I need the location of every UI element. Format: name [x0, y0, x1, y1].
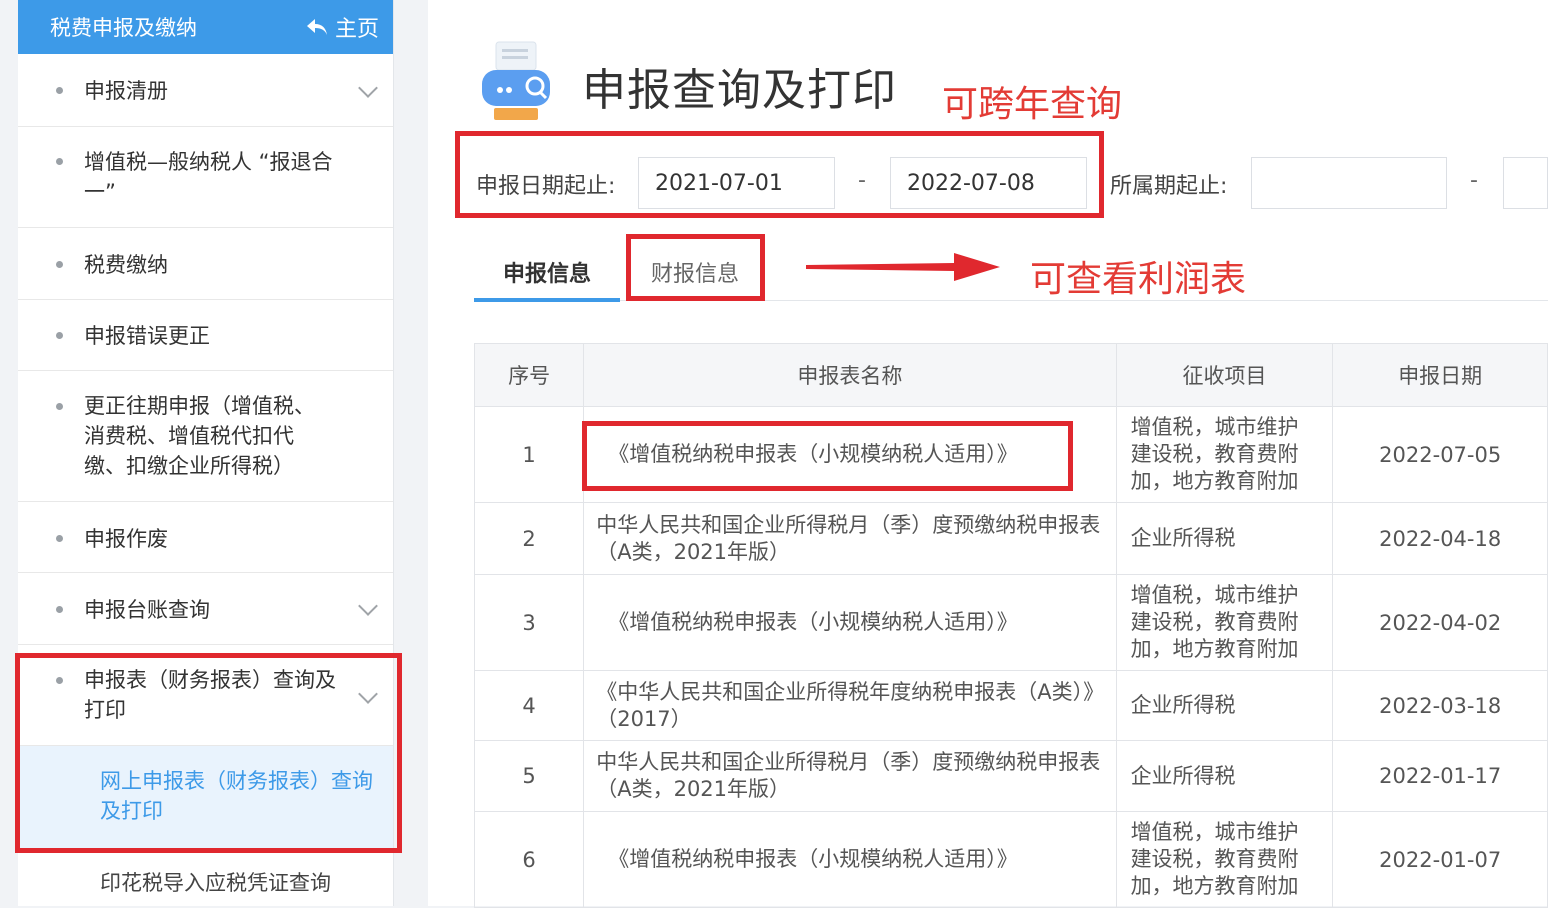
table-header-row: 序号 申报表名称 征收项目 申报日期	[473, 343, 1548, 407]
home-label: 主页	[334, 17, 379, 42]
sidebar-item-label: 申报台账查询	[84, 598, 210, 622]
cell-no: 2	[473, 502, 585, 575]
cell-tax-item: 企业所得税	[1115, 740, 1334, 812]
table-row[interactable]: 2 中华人民共和国企业所得税月（季）度预缴纳税申报表（A类，2021年版） 企业…	[473, 502, 1548, 575]
column-header-no: 序号	[473, 343, 585, 407]
sidebar-item-label: 税费缴纳	[84, 253, 168, 277]
sidebar-item-label: 增值税—般纳税人 “报退合一”	[84, 150, 333, 204]
bullet-icon	[56, 403, 63, 410]
highlight-box-date-range	[455, 131, 1104, 218]
highlight-box-first-report	[582, 421, 1073, 491]
back-arrow-icon	[306, 19, 327, 35]
cell-report-name[interactable]: 《中华人民共和国企业所得税年度纳税申报表（A类）》（2017）	[583, 670, 1117, 741]
cell-tax-item: 增值税，城市维护建设税，教育费附加，地方教育附加	[1115, 406, 1334, 503]
highlight-box-financial-tab	[626, 234, 765, 301]
cell-tax-item: 增值税，城市维护建设税，教育费附加，地方教育附加	[1115, 574, 1334, 671]
home-link[interactable]: 主页	[305, 11, 379, 43]
cell-report-name[interactable]: 中华人民共和国企业所得税月（季）度预缴纳税申报表（A类，2021年版）	[583, 502, 1117, 575]
sidebar-item-void[interactable]: 申报作废	[18, 502, 393, 573]
cell-tax-item: 企业所得税	[1115, 502, 1334, 575]
column-header-item: 征收项目	[1115, 343, 1334, 407]
sidebar-item-ledger-query[interactable]: 申报台账查询	[18, 573, 393, 645]
bullet-icon	[56, 535, 63, 542]
query-print-icon	[482, 41, 550, 120]
cell-no: 1	[473, 406, 585, 503]
cell-tax-item: 企业所得税	[1115, 670, 1334, 741]
sidebar-item-error-correction[interactable]: 申报错误更正	[18, 300, 393, 371]
arrow-right-icon	[806, 253, 1000, 281]
tab-declaration-info[interactable]: 申报信息	[474, 240, 620, 302]
cell-no: 4	[473, 670, 585, 741]
annotation-cross-year: 可跨年查询	[942, 84, 1123, 125]
cell-date: 2022-07-05	[1332, 406, 1548, 503]
sidebar-item-tax-payment[interactable]: 税费缴纳	[18, 228, 393, 300]
sidebar-item-past-correction[interactable]: 更正往期申报（增值税、消费税、增值税代扣代缴、扣缴企业所得税）	[18, 371, 393, 502]
sidebar-item-label: 申报作废	[84, 527, 168, 551]
period-from-input[interactable]	[1251, 157, 1447, 209]
column-header-name: 申报表名称	[583, 343, 1117, 407]
sidebar-item-vat-general[interactable]: 增值税—般纳税人 “报退合一”	[18, 127, 393, 228]
table-row[interactable]: 3 《增值税纳税申报表（小规模纳税人适用）》 增值税，城市维护建设税，教育费附加…	[473, 574, 1548, 671]
tab-label: 申报信息	[502, 262, 591, 287]
cell-no: 6	[473, 811, 585, 908]
cell-date: 2022-03-18	[1332, 670, 1548, 741]
bullet-icon	[56, 261, 63, 268]
chevron-down-icon	[358, 596, 378, 616]
cell-no: 3	[473, 574, 585, 671]
period-range-label: 所属期起止:	[1110, 174, 1228, 199]
sidebar-header: 税费申报及缴纳 主页	[18, 0, 393, 54]
cell-no: 5	[473, 740, 585, 812]
cell-report-name[interactable]: 《增值税纳税申报表（小规模纳税人适用）》	[583, 574, 1117, 671]
sidebar-item-declaration-list[interactable]: 申报清册	[18, 55, 393, 127]
sidebar-item-label: 更正往期申报（增值税、消费税、增值税代扣代缴、扣缴企业所得税）	[84, 394, 315, 478]
cell-report-name[interactable]: 《增值税纳税申报表（小规模纳税人适用）》	[583, 811, 1117, 908]
bullet-icon	[56, 87, 63, 94]
table-row[interactable]: 5 中华人民共和国企业所得税月（季）度预缴纳税申报表（A类，2021年版） 企业…	[473, 740, 1548, 812]
highlight-box-report-menu	[15, 653, 402, 853]
sidebar-subitem-label: 印花税导入应税凭证查询	[100, 871, 331, 895]
cell-date: 2022-01-17	[1332, 740, 1548, 812]
bullet-icon	[56, 606, 63, 613]
cell-date: 2022-01-07	[1332, 811, 1548, 908]
bullet-icon	[56, 158, 63, 165]
cell-report-name[interactable]: 中华人民共和国企业所得税月（季）度预缴纳税申报表（A类，2021年版）	[583, 740, 1117, 812]
sidebar-item-label: 申报清册	[84, 79, 168, 103]
column-header-date: 申报日期	[1332, 343, 1548, 407]
sidebar-title: 税费申报及缴纳	[50, 16, 197, 40]
sidebar-subitem-stamp-tax[interactable]: 印花税导入应税凭证查询	[18, 850, 393, 906]
page-title: 申报查询及打印	[582, 65, 897, 116]
sidebar-item-label: 申报错误更正	[84, 324, 210, 348]
table-row[interactable]: 6 《增值税纳税申报表（小规模纳税人适用）》 增值税，城市维护建设税，教育费附加…	[473, 811, 1548, 908]
table-row[interactable]: 4 《中华人民共和国企业所得税年度纳税申报表（A类）》（2017） 企业所得税 …	[473, 670, 1548, 741]
period-to-input[interactable]	[1503, 157, 1548, 209]
chevron-down-icon	[358, 78, 378, 98]
cell-tax-item: 增值税，城市维护建设税，教育费附加，地方教育附加	[1115, 811, 1334, 908]
cell-date: 2022-04-02	[1332, 574, 1548, 671]
cell-date: 2022-04-18	[1332, 502, 1548, 575]
annotation-profit-statement: 可查看利润表	[1030, 259, 1247, 300]
period-separator: -	[1470, 168, 1478, 193]
bullet-icon	[56, 332, 63, 339]
